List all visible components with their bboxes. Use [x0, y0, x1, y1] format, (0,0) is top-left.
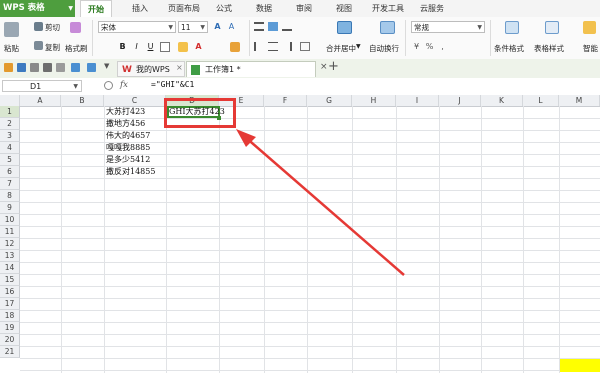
annotation-arrow	[236, 129, 405, 276]
